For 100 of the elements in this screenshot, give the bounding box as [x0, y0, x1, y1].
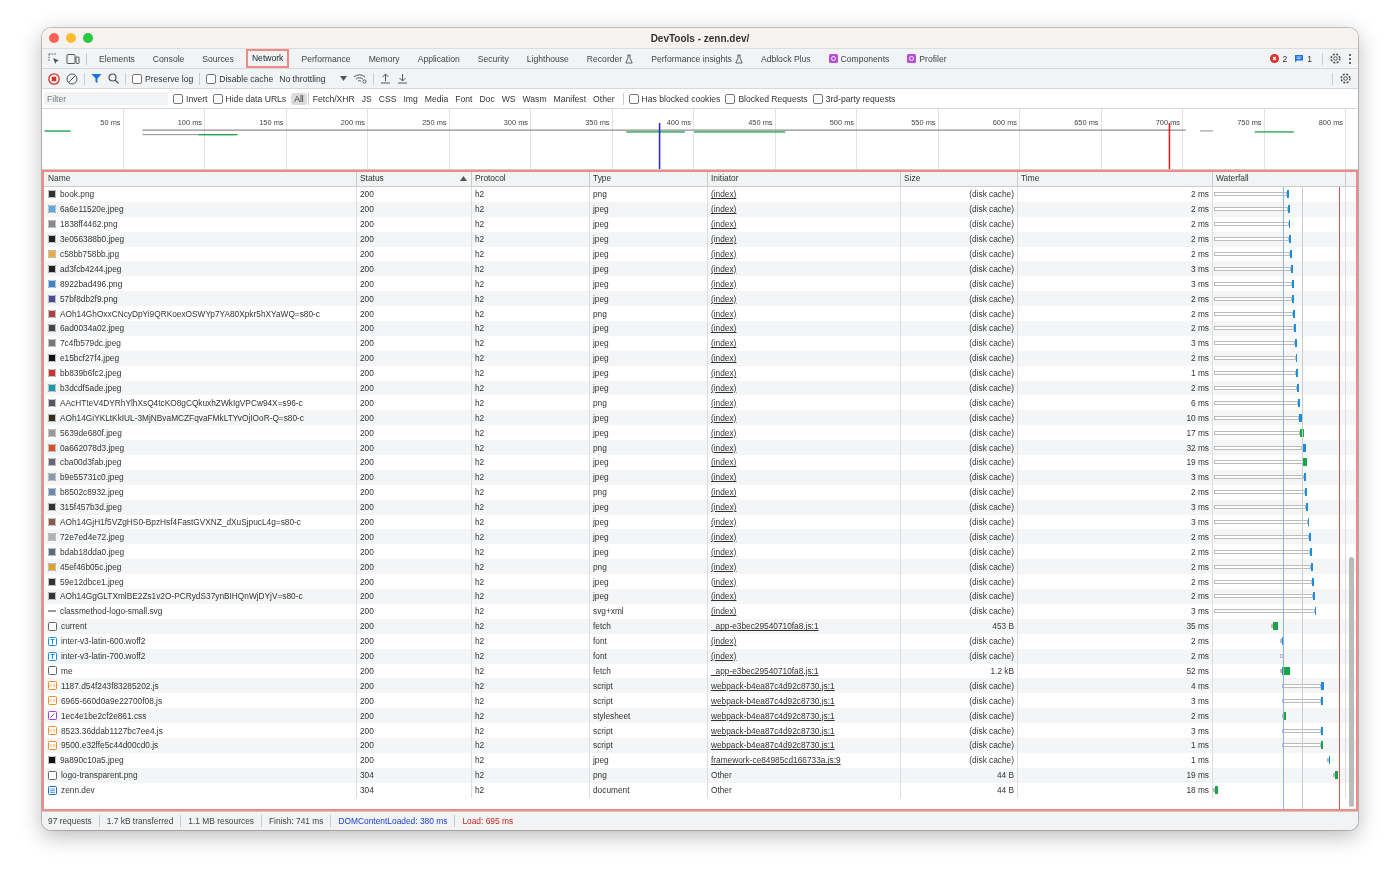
request-name[interactable]: 315f457b3d.jpeg: [60, 502, 122, 513]
type-filter-button[interactable]: Doc: [476, 92, 498, 105]
type-filter-button[interactable]: All: [291, 92, 307, 105]
request-name[interactable]: me: [61, 665, 73, 676]
close-button[interactable]: [49, 33, 59, 43]
panel-tab[interactable]: Performance insights: [645, 49, 749, 68]
initiator-link[interactable]: (index): [711, 308, 737, 319]
request-name[interactable]: 72e7ed4e72.jpeg: [60, 531, 125, 542]
initiator-link[interactable]: webpack-b4ea87c4d92c8730.js:1: [711, 710, 835, 721]
request-name[interactable]: 5639de680f.jpeg: [60, 427, 122, 438]
panel-tab[interactable]: Elements: [93, 49, 141, 68]
request-name[interactable]: logo-transparent.png: [61, 770, 138, 781]
clear-icon[interactable]: [66, 72, 78, 85]
request-name[interactable]: inter-v3-latin-700.woff2: [61, 651, 146, 662]
request-name[interactable]: AOh14GjH1f5VZgHS0-BpzHsf4FastGVXNZ_dXuSjpucL4g=s80-c: [60, 517, 301, 528]
initiator-link[interactable]: (index): [711, 397, 737, 408]
panel-tab[interactable]: Performance: [295, 49, 357, 68]
disable-cache-checkbox[interactable]: Disable cache: [206, 73, 274, 84]
request-name[interactable]: 8523.36ddab1127bc7ee4.js: [61, 725, 163, 736]
initiator-link[interactable]: (index): [711, 651, 737, 662]
column-header[interactable]: Status: [357, 170, 472, 186]
filter-checkbox[interactable]: 3rd-party requests: [812, 93, 896, 104]
initiator-link[interactable]: (index): [711, 472, 737, 483]
initiator-link[interactable]: (index): [711, 502, 737, 513]
initiator-link[interactable]: (index): [711, 293, 737, 304]
request-name[interactable]: ad3fcb4244.jpeg: [60, 263, 122, 274]
type-filter-button[interactable]: Img: [400, 92, 421, 105]
request-name[interactable]: 1ec4e1be2cf2e861.css: [61, 710, 147, 721]
column-header[interactable]: Size: [901, 170, 1018, 186]
initiator-link[interactable]: (index): [711, 517, 737, 528]
column-header[interactable]: Name: [45, 170, 357, 186]
request-name[interactable]: current: [61, 621, 87, 632]
panel-tab[interactable]: Network: [245, 49, 290, 68]
type-filter-button[interactable]: Wasm: [519, 92, 550, 105]
initiator-link[interactable]: (index): [711, 636, 737, 647]
request-name[interactable]: 0a662078d3.jpeg: [60, 442, 125, 453]
type-filter-button[interactable]: Media: [421, 92, 452, 105]
initiator-link[interactable]: (index): [711, 457, 737, 468]
type-filter-button[interactable]: Manifest: [550, 92, 590, 105]
request-name[interactable]: classmethod-logo-small.svg: [60, 606, 163, 617]
initiator-link[interactable]: (index): [711, 546, 737, 557]
initiator-link[interactable]: webpack-b4ea87c4d92c8730.js:1: [711, 695, 835, 706]
request-name[interactable]: c58bb758bb.jpg: [60, 249, 120, 259]
initiator-link[interactable]: (index): [711, 278, 737, 289]
type-filter-button[interactable]: JS: [358, 92, 375, 105]
request-name[interactable]: b8502c8932.jpeg: [60, 487, 124, 498]
request-name[interactable]: 8922bad496.png: [60, 278, 123, 289]
request-name[interactable]: 6a6e11520e.jpeg: [60, 204, 124, 215]
column-header[interactable]: Protocol: [472, 170, 590, 186]
column-header[interactable]: Type: [590, 170, 708, 186]
settings-icon[interactable]: [1329, 52, 1342, 65]
panel-tab[interactable]: Console: [146, 49, 191, 68]
initiator-link[interactable]: (index): [711, 427, 737, 438]
initiator-link[interactable]: (index): [711, 234, 737, 245]
request-name[interactable]: 9a890c10a5.jpeg: [60, 755, 124, 766]
panel-tab[interactable]: Security: [471, 49, 515, 68]
initiator-link[interactable]: (index): [711, 323, 737, 334]
initiator-link[interactable]: webpack-b4ea87c4d92c8730.js:1: [711, 725, 835, 736]
request-name[interactable]: 9500.e32ffe5c44d00cd0.js: [61, 740, 159, 751]
record-icon[interactable]: [48, 72, 60, 85]
request-name[interactable]: 7c4fb579dc.jpeg: [60, 338, 121, 349]
panel-tab[interactable]: Recorder: [580, 49, 640, 68]
request-name[interactable]: 1187.d54f243f83285202.js: [61, 680, 159, 691]
initiator-link[interactable]: webpack-b4ea87c4d92c8730.js:1: [711, 680, 835, 691]
filter-field[interactable]: Filter: [44, 92, 168, 105]
initiator-link[interactable]: _app-e3bec29540710fa8.js:1: [711, 621, 819, 632]
initiator-link[interactable]: (index): [711, 263, 737, 274]
type-filter-button[interactable]: Fetch/XHR: [309, 92, 358, 105]
request-name[interactable]: book.png: [60, 189, 95, 200]
panel-tab[interactable]: Adblock Plus: [754, 49, 817, 68]
initiator-link[interactable]: framework-ce84985cd166733a.js:9: [711, 755, 841, 766]
request-name[interactable]: 1838ff4462.png: [60, 219, 118, 230]
initiator-link[interactable]: (index): [711, 576, 737, 587]
panel-tab[interactable]: Memory: [362, 49, 406, 68]
initiator-link[interactable]: (index): [711, 606, 737, 617]
type-filter-button[interactable]: Font: [452, 92, 476, 105]
filter-checkbox[interactable]: Blocked Requests: [725, 93, 808, 104]
request-name[interactable]: 59e12dbce1.jpeg: [60, 576, 124, 587]
upload-icon[interactable]: [379, 73, 391, 84]
request-name[interactable]: zenn.dev: [61, 785, 95, 796]
column-header[interactable]: Time: [1018, 170, 1213, 186]
panel-tab[interactable]: Profiler: [901, 49, 953, 68]
initiator-link[interactable]: (index): [711, 189, 737, 200]
initiator-link[interactable]: (index): [711, 353, 737, 364]
request-name[interactable]: 6965-660d0a9e22700f08.js: [61, 695, 163, 706]
column-header[interactable]: Initiator: [708, 170, 901, 186]
type-filter-button[interactable]: Other: [590, 92, 618, 105]
initiator-link[interactable]: (index): [711, 561, 737, 572]
device-toolbar-icon[interactable]: [66, 52, 80, 65]
preserve-log-checkbox[interactable]: Preserve log: [132, 73, 194, 84]
request-name[interactable]: inter-v3-latin-600.woff2: [61, 636, 146, 647]
request-name[interactable]: 6ad0034a02.jpeg: [60, 323, 125, 334]
filter-checkbox[interactable]: Hide data URLs: [212, 93, 287, 104]
inspect-icon[interactable]: [48, 52, 60, 65]
initiator-link[interactable]: (index): [711, 249, 737, 259]
request-name[interactable]: 45ef46b05c.jpeg: [60, 561, 122, 572]
request-name[interactable]: AOh14GiYKLtKkIUL-3MjNBvaMCZFqvaFMkLTYvOjIOoR-Q=s80-c: [60, 412, 304, 423]
type-filter-button[interactable]: WS: [498, 92, 519, 105]
initiator-link[interactable]: (index): [711, 338, 737, 349]
initiator-link[interactable]: (index): [711, 531, 737, 542]
